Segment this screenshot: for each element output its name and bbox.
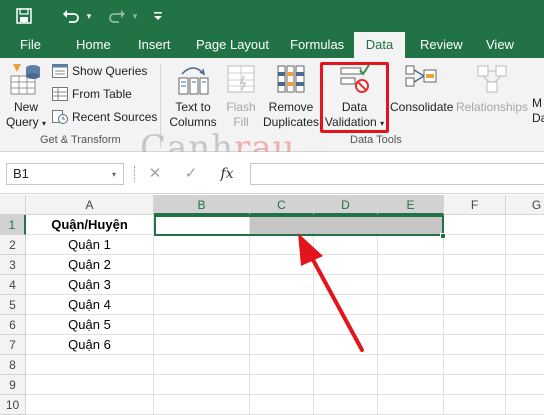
annotation-arrow	[298, 233, 364, 352]
arrow-head	[298, 233, 323, 266]
arrow-shaft	[310, 256, 364, 352]
